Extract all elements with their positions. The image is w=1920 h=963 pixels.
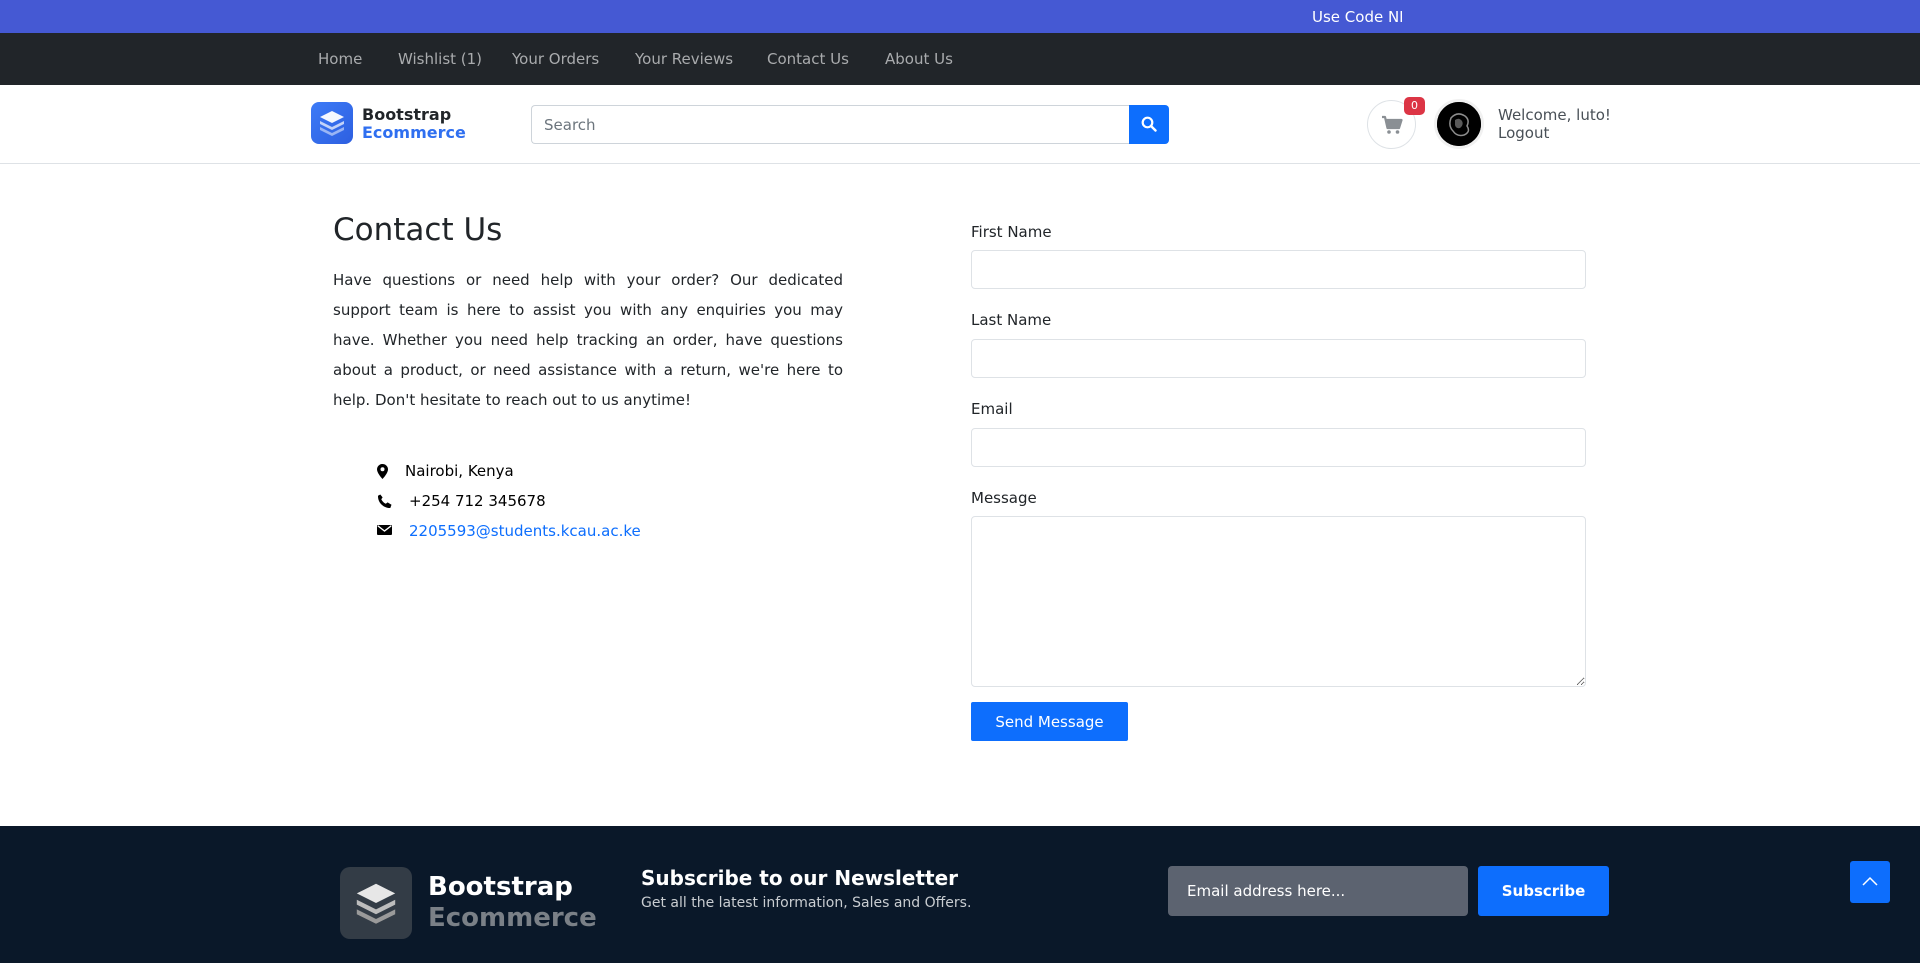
promo-bar: Use Code NI — [0, 0, 1920, 33]
map-marker-icon — [377, 464, 388, 479]
nav-item-wishlist[interactable]: Wishlist (1) — [398, 50, 482, 68]
brand-subname[interactable]: Ecommerce — [362, 123, 466, 142]
avatar[interactable] — [1434, 99, 1484, 149]
promo-text: Use Code NI — [1312, 8, 1402, 26]
phone-icon — [377, 494, 392, 509]
phone-text: +254 712 345678 — [409, 492, 546, 510]
message-label: Message — [971, 489, 1037, 507]
layers-icon[interactable] — [311, 102, 353, 144]
nav-item-about-us[interactable]: About Us — [885, 50, 953, 68]
nav-item-contact-us[interactable]: Contact Us — [767, 50, 849, 68]
first-name-label: First Name — [971, 223, 1052, 241]
subscribe-button[interactable]: Subscribe — [1478, 866, 1609, 916]
layers-icon — [340, 867, 412, 939]
newsletter-subtitle: Get all the latest information, Sales an… — [641, 895, 972, 911]
nav-item-your-reviews[interactable]: Your Reviews — [635, 50, 733, 68]
newsletter-title: Subscribe to our Newsletter — [641, 866, 959, 890]
search-icon — [1141, 116, 1157, 132]
email-label: Email — [971, 400, 1013, 418]
email-link[interactable]: 2205593@students.kcau.ac.ke — [409, 522, 641, 540]
first-name-field[interactable] — [971, 250, 1586, 289]
email-field[interactable] — [971, 428, 1586, 467]
chevron-up-icon — [1862, 876, 1878, 886]
last-name-label: Last Name — [971, 311, 1052, 329]
envelope-icon — [377, 525, 392, 535]
site-header: Bootstrap Ecommerce 0 Welcome, luto! Log… — [0, 85, 1920, 164]
page-title: Contact Us — [333, 212, 503, 248]
top-nav: Home Wishlist (1) Your Orders Your Revie… — [0, 33, 1920, 85]
location-text: Nairobi, Kenya — [405, 462, 514, 480]
cart-count-badge: 0 — [1404, 97, 1425, 115]
contact-description: Have questions or need help with your or… — [333, 271, 843, 409]
nav-item-your-orders[interactable]: Your Orders — [512, 50, 599, 68]
message-field[interactable] — [971, 516, 1586, 687]
last-name-field[interactable] — [971, 339, 1586, 378]
brand-name[interactable]: Bootstrap — [362, 105, 451, 124]
logout-link[interactable]: Logout — [1498, 124, 1549, 142]
nav-item-home[interactable]: Home — [318, 50, 362, 68]
site-footer: Bootstrap Ecommerce Subscribe to our New… — [0, 826, 1920, 963]
back-to-top-button[interactable] — [1850, 861, 1890, 903]
footer-brand-name: Bootstrap — [428, 872, 573, 902]
welcome-text: Welcome, luto! — [1498, 106, 1611, 124]
search-button[interactable] — [1129, 105, 1169, 144]
newsletter-email-input[interactable] — [1168, 866, 1468, 916]
cart-icon — [1382, 115, 1403, 134]
send-message-button[interactable]: Send Message — [971, 702, 1128, 741]
search-input[interactable] — [531, 105, 1130, 144]
footer-brand-subname: Ecommerce — [428, 903, 597, 933]
